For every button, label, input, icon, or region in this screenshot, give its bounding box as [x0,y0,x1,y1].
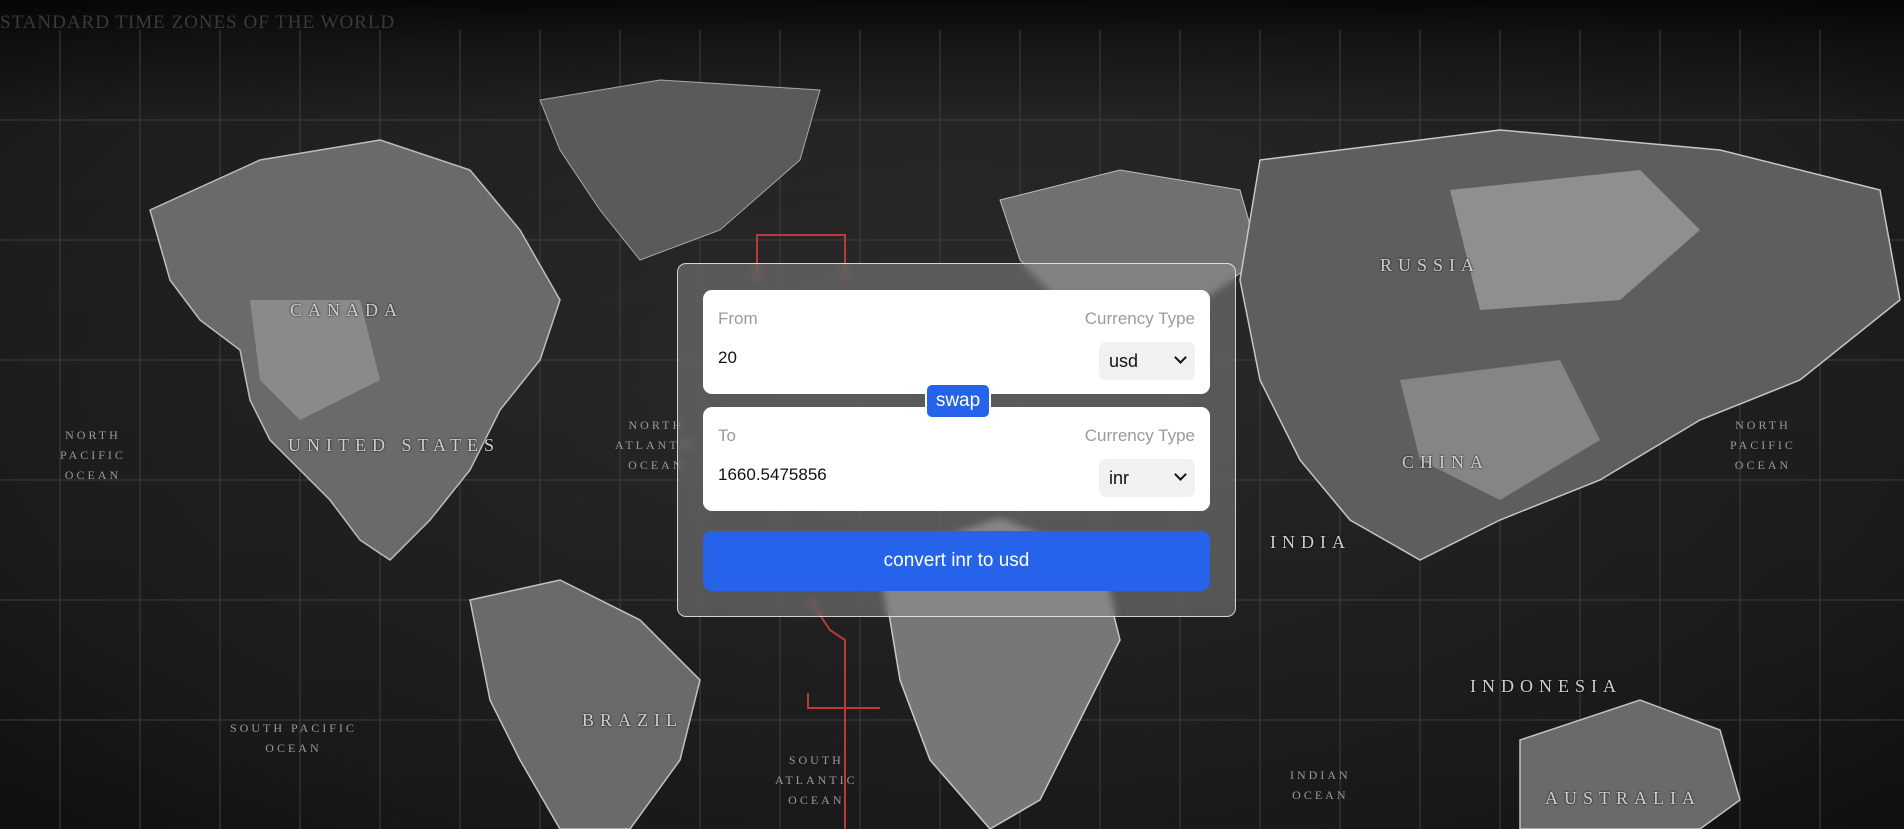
to-amount-input[interactable] [718,465,1038,485]
from-field: From Currency Type usd [703,290,1210,394]
to-field: To Currency Type inr [703,407,1210,511]
map-label-russia: RUSSIA [1380,255,1481,275]
map-title: STANDARD TIME ZONES OF THE WORLD [0,12,396,33]
map-label-australia: AUSTRALIA [1545,788,1701,808]
ocean-label-north-pacific-east: NORTH PACIFIC OCEAN [1730,418,1796,472]
ocean-label-south-atlantic: SOUTH ATLANTIC OCEAN [775,753,858,807]
to-currency-type-label: Currency Type [1084,426,1195,445]
map-label-united-states: UNITED STATES [288,435,501,455]
from-currency-select[interactable]: usd [1099,342,1195,380]
map-label-canada: CANADA [290,300,404,320]
ocean-label-north-pacific-west: NORTH PACIFIC OCEAN [60,428,126,482]
ocean-label-south-pacific: SOUTH PACIFIC OCEAN [230,721,357,755]
swap-button[interactable]: swap [925,383,991,419]
to-currency-select[interactable]: inr [1099,459,1195,497]
from-label: From [718,309,758,328]
from-currency-type-label: Currency Type [1084,309,1195,328]
to-currency-value: inr [1109,467,1130,488]
map-label-china: CHINA [1402,452,1489,472]
chevron-down-icon [1175,353,1185,363]
currency-converter-card: From Currency Type usd swap To Currency … [677,263,1236,617]
from-amount-input[interactable] [718,348,1038,368]
convert-button[interactable]: convert inr to usd [703,531,1210,591]
from-currency-value: usd [1109,350,1139,371]
map-label-brazil: BRAZIL [582,710,683,730]
ocean-label-indian: INDIAN OCEAN [1290,768,1351,802]
chevron-down-icon [1175,470,1185,480]
map-label-indonesia: INDONESIA [1470,676,1622,696]
map-label-india: INDIA [1270,532,1351,552]
to-label: To [718,426,736,445]
